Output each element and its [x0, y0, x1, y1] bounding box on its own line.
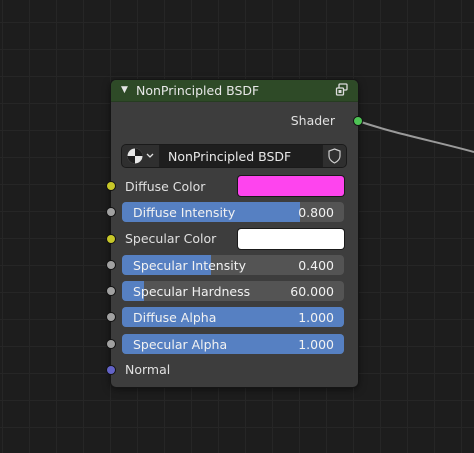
input-diffuse-color-label: Diffuse Color [125, 179, 206, 194]
node-title: NonPrincipled BSDF [136, 83, 260, 98]
slider-value: 0.400 [298, 258, 334, 273]
node-nonprincipled-bsdf[interactable]: ▼ NonPrincipled BSDF Shader NonPrinciple… [107, 80, 362, 387]
node-group-icon[interactable] [335, 83, 349, 97]
collapse-arrow-icon[interactable]: ▼ [121, 85, 128, 95]
input-diffuse-alpha-socket[interactable] [107, 313, 115, 321]
node-group-name: NonPrincipled BSDF [168, 149, 292, 164]
specular-color-swatch[interactable] [238, 229, 344, 249]
specular-hardness-slider[interactable]: Specular Hardness 60.000 [122, 281, 344, 301]
diffuse-intensity-slider[interactable]: Diffuse Intensity 0.800 [122, 202, 344, 222]
output-shader-label: Shader [290, 113, 335, 128]
input-diffuse-intensity-socket[interactable] [107, 208, 115, 216]
specular-alpha-slider[interactable]: Specular Alpha 1.000 [122, 334, 344, 354]
input-specular-color-label: Specular Color [125, 231, 217, 246]
node-header[interactable]: ▼ NonPrincipled BSDF [111, 80, 358, 102]
node-group-type-icon [127, 148, 154, 164]
slider-label: Diffuse Intensity [133, 205, 236, 220]
diffuse-alpha-slider[interactable]: Diffuse Alpha 1.000 [122, 307, 344, 327]
slider-value: 1.000 [298, 310, 334, 325]
input-normal-label: Normal [125, 362, 171, 377]
slider-label: Specular Intensity [133, 258, 247, 273]
output-shader-socket[interactable] [354, 117, 362, 125]
node-group-name-field[interactable]: NonPrincipled BSDF [160, 145, 322, 167]
slider-label: Specular Alpha [133, 337, 228, 352]
diffuse-color-swatch[interactable] [238, 176, 344, 196]
slider-value: 1.000 [298, 337, 334, 352]
input-specular-alpha-socket[interactable] [107, 340, 115, 348]
input-specular-intensity-socket[interactable] [107, 261, 115, 269]
shield-icon [328, 148, 341, 164]
input-normal-socket[interactable] [107, 366, 115, 374]
input-diffuse-color-socket[interactable] [107, 182, 115, 190]
node-group-selector[interactable]: NonPrincipled BSDF [122, 145, 346, 167]
specular-intensity-slider[interactable]: Specular Intensity 0.400 [122, 255, 344, 275]
fake-user-button[interactable] [322, 145, 346, 167]
slider-label: Specular Hardness [133, 284, 251, 299]
input-specular-color-socket[interactable] [107, 235, 115, 243]
slider-label: Diffuse Alpha [133, 310, 217, 325]
node-group-browse-button[interactable] [122, 145, 160, 167]
slider-value: 60.000 [290, 284, 334, 299]
slider-value: 0.800 [298, 205, 334, 220]
input-specular-hardness-socket[interactable] [107, 287, 115, 295]
